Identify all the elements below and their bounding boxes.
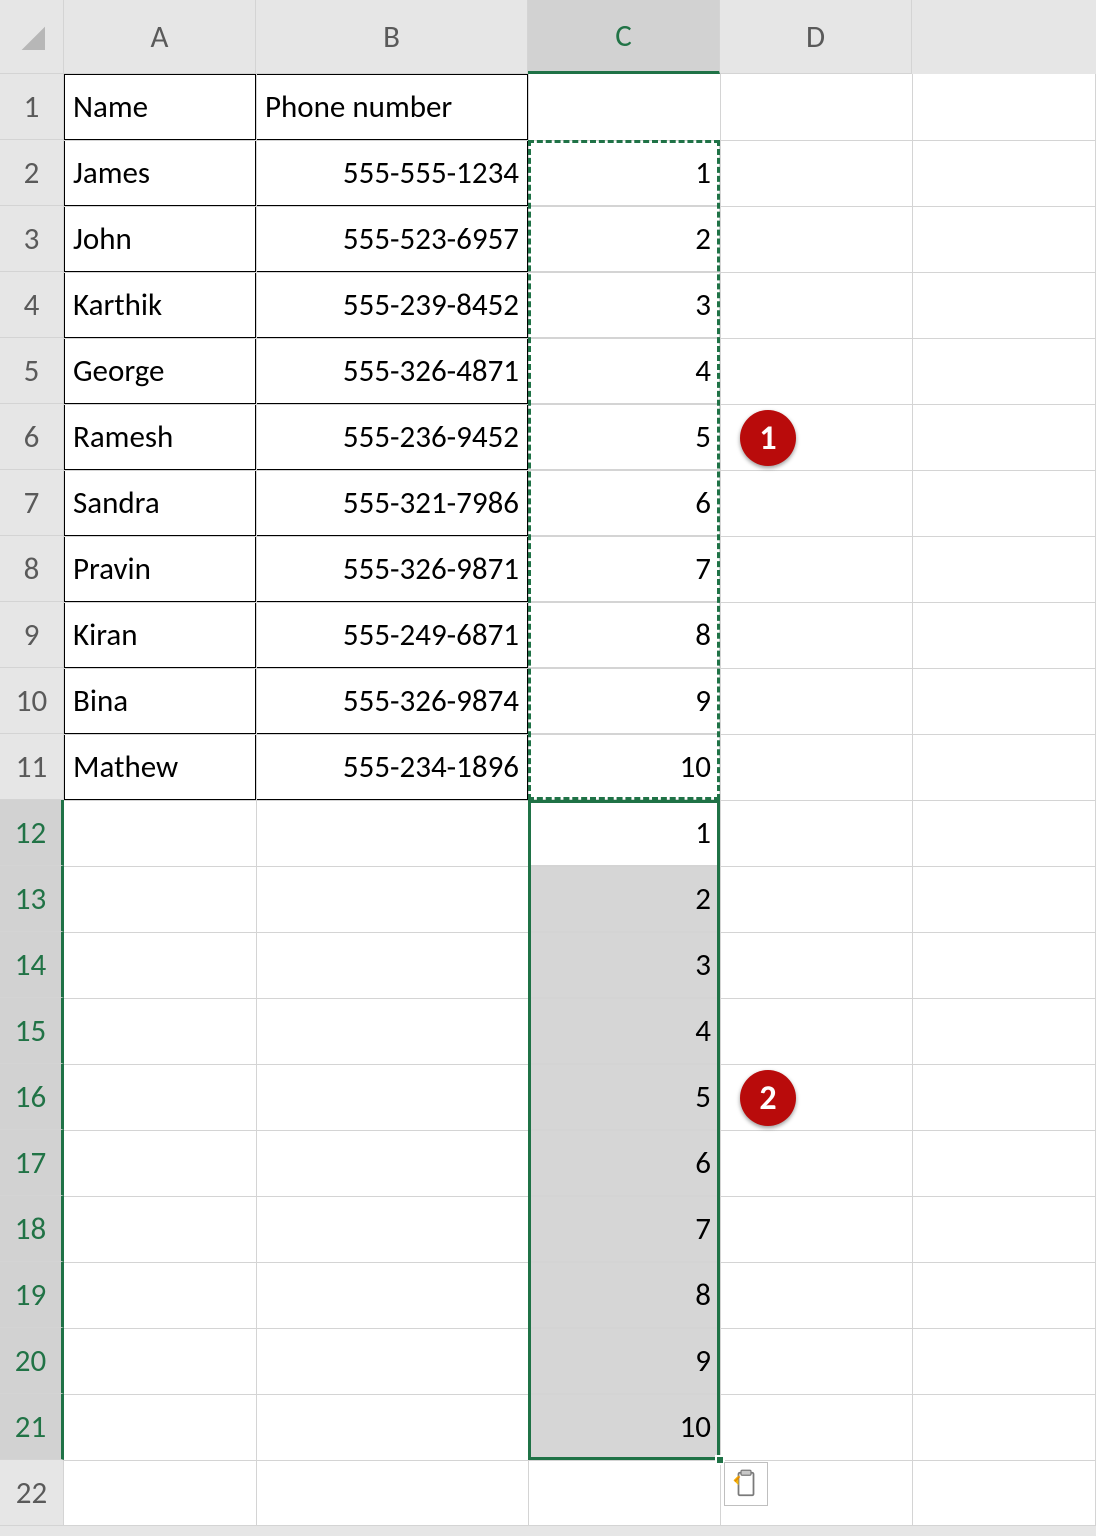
col-label: D (806, 18, 825, 56)
row-header-9[interactable]: 9 (0, 602, 64, 668)
row-header-2[interactable]: 2 (0, 140, 64, 206)
cell-A5[interactable]: George (64, 338, 256, 404)
row-header-18[interactable]: 18 (0, 1196, 64, 1262)
cell-C15[interactable]: 4 (528, 998, 720, 1064)
row-header-7[interactable]: 7 (0, 470, 64, 536)
cell-C21[interactable]: 10 (528, 1394, 720, 1460)
row-header-16[interactable]: 16 (0, 1064, 64, 1130)
select-all-corner[interactable] (0, 0, 64, 74)
cell-A8[interactable]: Pravin (64, 536, 256, 602)
row-header-14[interactable]: 14 (0, 932, 64, 998)
cell-B8[interactable]: 555-326-9871 (256, 536, 528, 602)
cell-C12[interactable]: 1 (528, 800, 720, 866)
cell-A6[interactable]: Ramesh (64, 404, 256, 470)
cell-A3[interactable]: John (64, 206, 256, 272)
cell-C3[interactable]: 2 (528, 206, 720, 272)
row-header-1[interactable]: 1 (0, 74, 64, 140)
cell-C16[interactable]: 5 (528, 1064, 720, 1130)
row-header-10[interactable]: 10 (0, 668, 64, 734)
row-header-8[interactable]: 8 (0, 536, 64, 602)
row-header-15[interactable]: 15 (0, 998, 64, 1064)
callout-1: 1 (740, 410, 796, 466)
cell-A7[interactable]: Sandra (64, 470, 256, 536)
cell-B10[interactable]: 555-326-9874 (256, 668, 528, 734)
cell-C20[interactable]: 9 (528, 1328, 720, 1394)
column-header-D[interactable]: D (720, 0, 912, 74)
row-header-21[interactable]: 21 (0, 1394, 64, 1460)
cell-B5[interactable]: 555-326-4871 (256, 338, 528, 404)
cell-B3[interactable]: 555-523-6957 (256, 206, 528, 272)
paste-options-button[interactable] (724, 1462, 768, 1506)
cell-C18[interactable]: 7 (528, 1196, 720, 1262)
cell-C8[interactable]: 7 (528, 536, 720, 602)
cell-C17[interactable]: 6 (528, 1130, 720, 1196)
select-all-icon (19, 24, 45, 50)
cell-A10[interactable]: Bina (64, 668, 256, 734)
col-label: C (615, 17, 632, 55)
column-header-C[interactable]: C (528, 0, 720, 74)
cell-C5[interactable]: 4 (528, 338, 720, 404)
cell-A1[interactable]: Name (64, 74, 256, 140)
cell-B11[interactable]: 555-234-1896 (256, 734, 528, 800)
row-header-19[interactable]: 19 (0, 1262, 64, 1328)
row-header-20[interactable]: 20 (0, 1328, 64, 1394)
cell-C2[interactable]: 1 (528, 140, 720, 206)
paste-options-icon (731, 1469, 761, 1499)
cell-B9[interactable]: 555-249-6871 (256, 602, 528, 668)
row-header-17[interactable]: 17 (0, 1130, 64, 1196)
row-header-6[interactable]: 6 (0, 404, 64, 470)
cell-B4[interactable]: 555-239-8452 (256, 272, 528, 338)
callout-2: 2 (740, 1070, 796, 1126)
cell-B2[interactable]: 555-555-1234 (256, 140, 528, 206)
cell-C10[interactable]: 9 (528, 668, 720, 734)
row-header-11[interactable]: 11 (0, 734, 64, 800)
cell-C14[interactable]: 3 (528, 932, 720, 998)
cell-C19[interactable]: 8 (528, 1262, 720, 1328)
cell-C4[interactable]: 3 (528, 272, 720, 338)
cell-A4[interactable]: Karthik (64, 272, 256, 338)
row-header-4[interactable]: 4 (0, 272, 64, 338)
row-header-13[interactable]: 13 (0, 866, 64, 932)
column-header-A[interactable]: A (64, 0, 256, 74)
cell-A9[interactable]: Kiran (64, 602, 256, 668)
cell-C9[interactable]: 8 (528, 602, 720, 668)
cell-B1[interactable]: Phone number (256, 74, 528, 140)
cell-A11[interactable]: Mathew (64, 734, 256, 800)
cell-A2[interactable]: James (64, 140, 256, 206)
column-header-B[interactable]: B (256, 0, 528, 74)
col-label: B (383, 18, 400, 56)
row-header-22[interactable]: 22 (0, 1460, 64, 1526)
cell-C13[interactable]: 2 (528, 866, 720, 932)
col-label: A (151, 18, 169, 56)
cell-B7[interactable]: 555-321-7986 (256, 470, 528, 536)
row-header-3[interactable]: 3 (0, 206, 64, 272)
cell-C6[interactable]: 5 (528, 404, 720, 470)
cell-B6[interactable]: 555-236-9452 (256, 404, 528, 470)
cell-C11[interactable]: 10 (528, 734, 720, 800)
row-header-12[interactable]: 12 (0, 800, 64, 866)
cell-C7[interactable]: 6 (528, 470, 720, 536)
row-header-5[interactable]: 5 (0, 338, 64, 404)
